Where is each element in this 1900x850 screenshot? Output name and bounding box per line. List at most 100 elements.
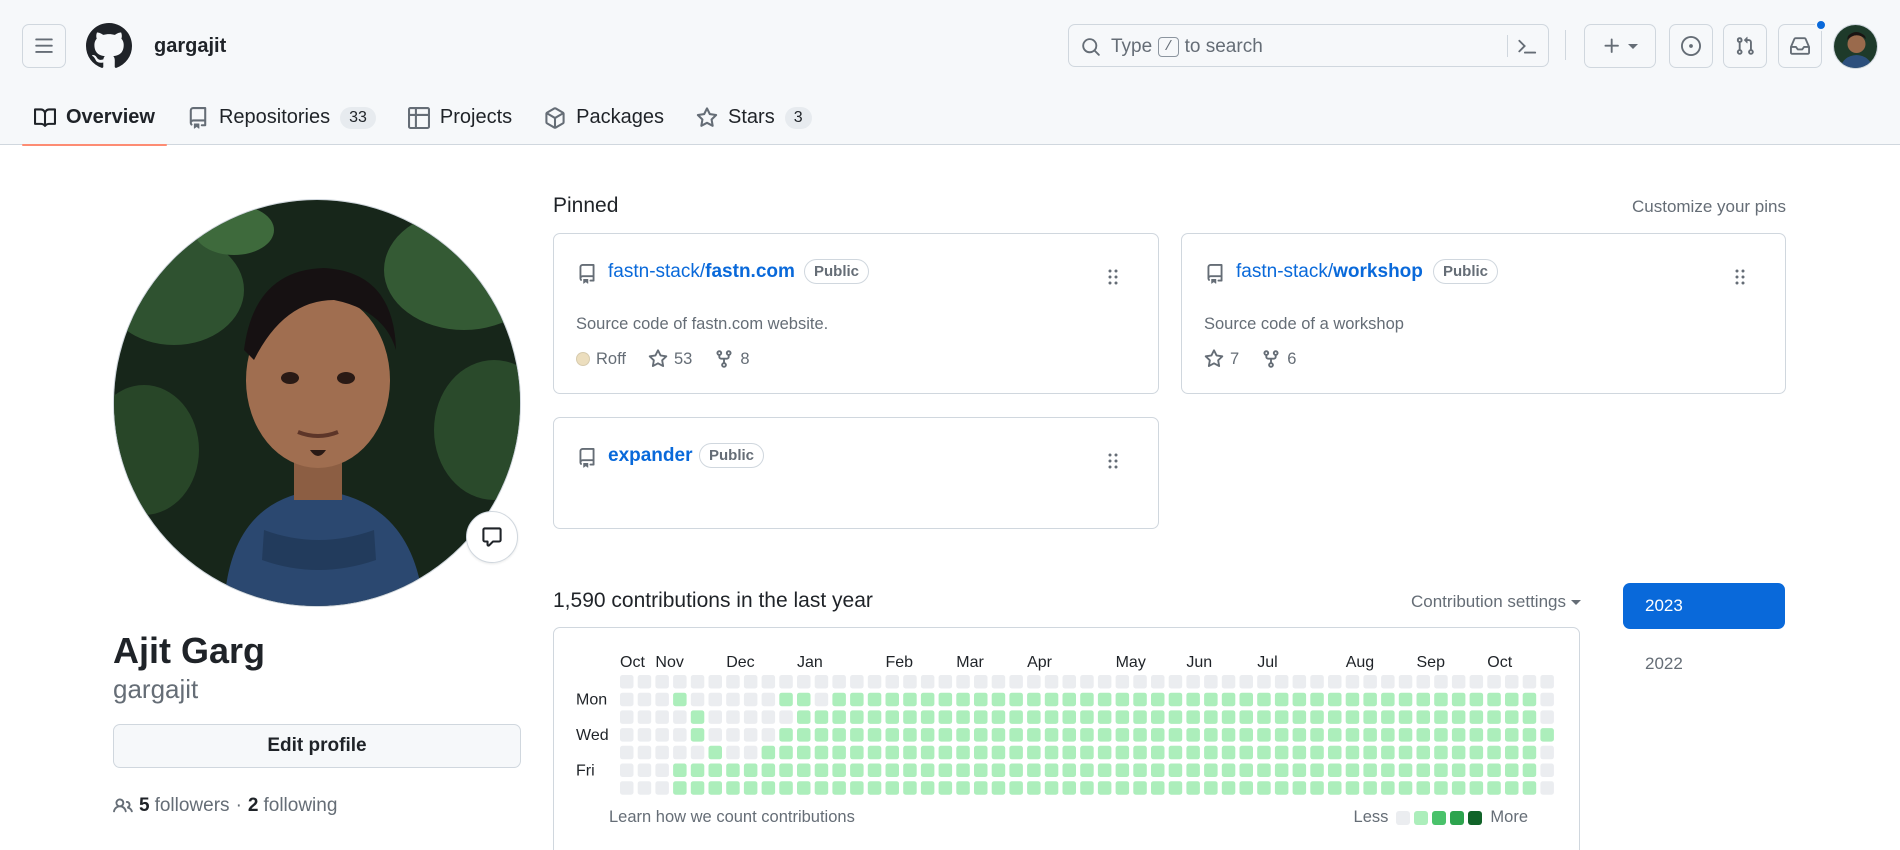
contribution-day-cell[interactable]: [1257, 763, 1271, 778]
contribution-day-cell[interactable]: [1097, 728, 1112, 742]
contribution-day-cell[interactable]: [1540, 710, 1554, 724]
contribution-day-cell[interactable]: [779, 710, 793, 724]
contribution-day-cell[interactable]: [1239, 710, 1254, 724]
contribution-day-cell[interactable]: [1310, 763, 1324, 778]
contribution-day-cell[interactable]: [850, 675, 864, 689]
contribution-day-cell[interactable]: [1434, 763, 1448, 778]
contribution-day-cell[interactable]: [637, 710, 652, 724]
contribution-day-cell[interactable]: [991, 745, 1006, 760]
contribution-day-cell[interactable]: [1328, 675, 1342, 689]
contribution-day-cell[interactable]: [1487, 728, 1501, 742]
contribution-day-cell[interactable]: [1204, 692, 1218, 707]
contribution-day-cell[interactable]: [885, 781, 900, 795]
contribution-day-cell[interactable]: [1186, 781, 1200, 795]
contribution-day-cell[interactable]: [885, 710, 900, 724]
contribution-day-cell[interactable]: [1080, 763, 1094, 778]
contribution-day-cell[interactable]: [1221, 781, 1236, 795]
contribution-day-cell[interactable]: [1062, 745, 1077, 760]
contribution-day-cell[interactable]: [956, 763, 970, 778]
contribution-day-cell[interactable]: [761, 710, 776, 724]
contribution-day-cell[interactable]: [956, 710, 970, 724]
contribution-day-cell[interactable]: [1345, 763, 1360, 778]
contribution-day-cell[interactable]: [655, 728, 669, 742]
contribution-day-cell[interactable]: [1027, 692, 1041, 707]
contribution-day-cell[interactable]: [1151, 675, 1165, 689]
contribution-day-cell[interactable]: [1151, 781, 1165, 795]
contribution-day-cell[interactable]: [1080, 745, 1094, 760]
contribution-day-cell[interactable]: [1487, 675, 1501, 689]
contribution-day-cell[interactable]: [1115, 763, 1130, 778]
contribution-day-cell[interactable]: [637, 745, 652, 760]
contribution-day-cell[interactable]: [1257, 781, 1271, 795]
contribution-day-cell[interactable]: [1204, 710, 1218, 724]
contribution-day-cell[interactable]: [1522, 781, 1537, 795]
contribution-day-cell[interactable]: [885, 675, 900, 689]
contribution-day-cell[interactable]: [1381, 728, 1395, 742]
repo-link[interactable]: fastn-stack/workshop: [1236, 261, 1423, 283]
contribution-day-cell[interactable]: [1434, 745, 1448, 760]
contribution-day-cell[interactable]: [1522, 675, 1537, 689]
contribution-day-cell[interactable]: [814, 710, 829, 724]
contribution-day-cell[interactable]: [1381, 781, 1395, 795]
contribution-day-cell[interactable]: [1381, 710, 1395, 724]
learn-contributions-link[interactable]: Learn how we count contributions: [609, 808, 855, 827]
contribution-day-cell[interactable]: [726, 781, 740, 795]
contribution-day-cell[interactable]: [708, 763, 723, 778]
contribution-day-cell[interactable]: [1151, 763, 1165, 778]
contribution-day-cell[interactable]: [1009, 692, 1023, 707]
contribution-day-cell[interactable]: [1239, 745, 1254, 760]
following-link[interactable]: 2 following: [248, 795, 338, 817]
contribution-day-cell[interactable]: [1398, 763, 1413, 778]
contribution-day-cell[interactable]: [655, 763, 669, 778]
contribution-day-cell[interactable]: [1115, 781, 1130, 795]
contribution-day-cell[interactable]: [1522, 710, 1537, 724]
contribution-day-cell[interactable]: [637, 675, 652, 689]
contribution-day-cell[interactable]: [867, 781, 882, 795]
contribution-day-cell[interactable]: [1363, 692, 1377, 707]
contribution-day-cell[interactable]: [1398, 745, 1413, 760]
contribution-day-cell[interactable]: [1044, 710, 1059, 724]
contribution-day-cell[interactable]: [673, 710, 687, 724]
contribution-day-cell[interactable]: [1292, 675, 1307, 689]
contribution-day-cell[interactable]: [1133, 675, 1147, 689]
contribution-day-cell[interactable]: [903, 692, 917, 707]
contribution-day-cell[interactable]: [903, 745, 917, 760]
contribution-day-cell[interactable]: [1044, 781, 1059, 795]
contribution-day-cell[interactable]: [1133, 710, 1147, 724]
contribution-day-cell[interactable]: [620, 675, 634, 689]
contribution-day-cell[interactable]: [1009, 763, 1023, 778]
contribution-day-cell[interactable]: [708, 728, 723, 742]
contribution-day-cell[interactable]: [1204, 745, 1218, 760]
contribution-day-cell[interactable]: [1239, 781, 1254, 795]
contribution-day-cell[interactable]: [1487, 745, 1501, 760]
contribution-day-cell[interactable]: [673, 763, 687, 778]
contribution-day-cell[interactable]: [1133, 728, 1147, 742]
contribution-day-cell[interactable]: [1469, 728, 1484, 742]
contribution-day-cell[interactable]: [673, 781, 687, 795]
contribution-day-cell[interactable]: [1239, 692, 1254, 707]
contribution-day-cell[interactable]: [1292, 745, 1307, 760]
contribution-day-cell[interactable]: [903, 781, 917, 795]
contribution-day-cell[interactable]: [1345, 745, 1360, 760]
contribution-day-cell[interactable]: [1151, 728, 1165, 742]
contribution-day-cell[interactable]: [743, 728, 758, 742]
contribution-day-cell[interactable]: [956, 781, 970, 795]
contribution-day-cell[interactable]: [743, 763, 758, 778]
contribution-day-cell[interactable]: [620, 745, 634, 760]
contribution-day-cell[interactable]: [1505, 675, 1519, 689]
contribution-day-cell[interactable]: [1292, 781, 1307, 795]
contribution-day-cell[interactable]: [761, 692, 776, 707]
contribution-day-cell[interactable]: [1186, 728, 1200, 742]
contribution-day-cell[interactable]: [1328, 728, 1342, 742]
contribution-day-cell[interactable]: [1027, 745, 1041, 760]
contribution-day-cell[interactable]: [1310, 781, 1324, 795]
contribution-day-cell[interactable]: [1434, 710, 1448, 724]
contribution-day-cell[interactable]: [690, 710, 705, 724]
contribution-day-cell[interactable]: [797, 710, 811, 724]
contribution-day-cell[interactable]: [1434, 675, 1448, 689]
contribution-day-cell[interactable]: [1239, 763, 1254, 778]
contribution-day-cell[interactable]: [850, 763, 864, 778]
contribution-day-cell[interactable]: [1292, 728, 1307, 742]
contribution-day-cell[interactable]: [620, 781, 634, 795]
contribution-day-cell[interactable]: [1363, 728, 1377, 742]
